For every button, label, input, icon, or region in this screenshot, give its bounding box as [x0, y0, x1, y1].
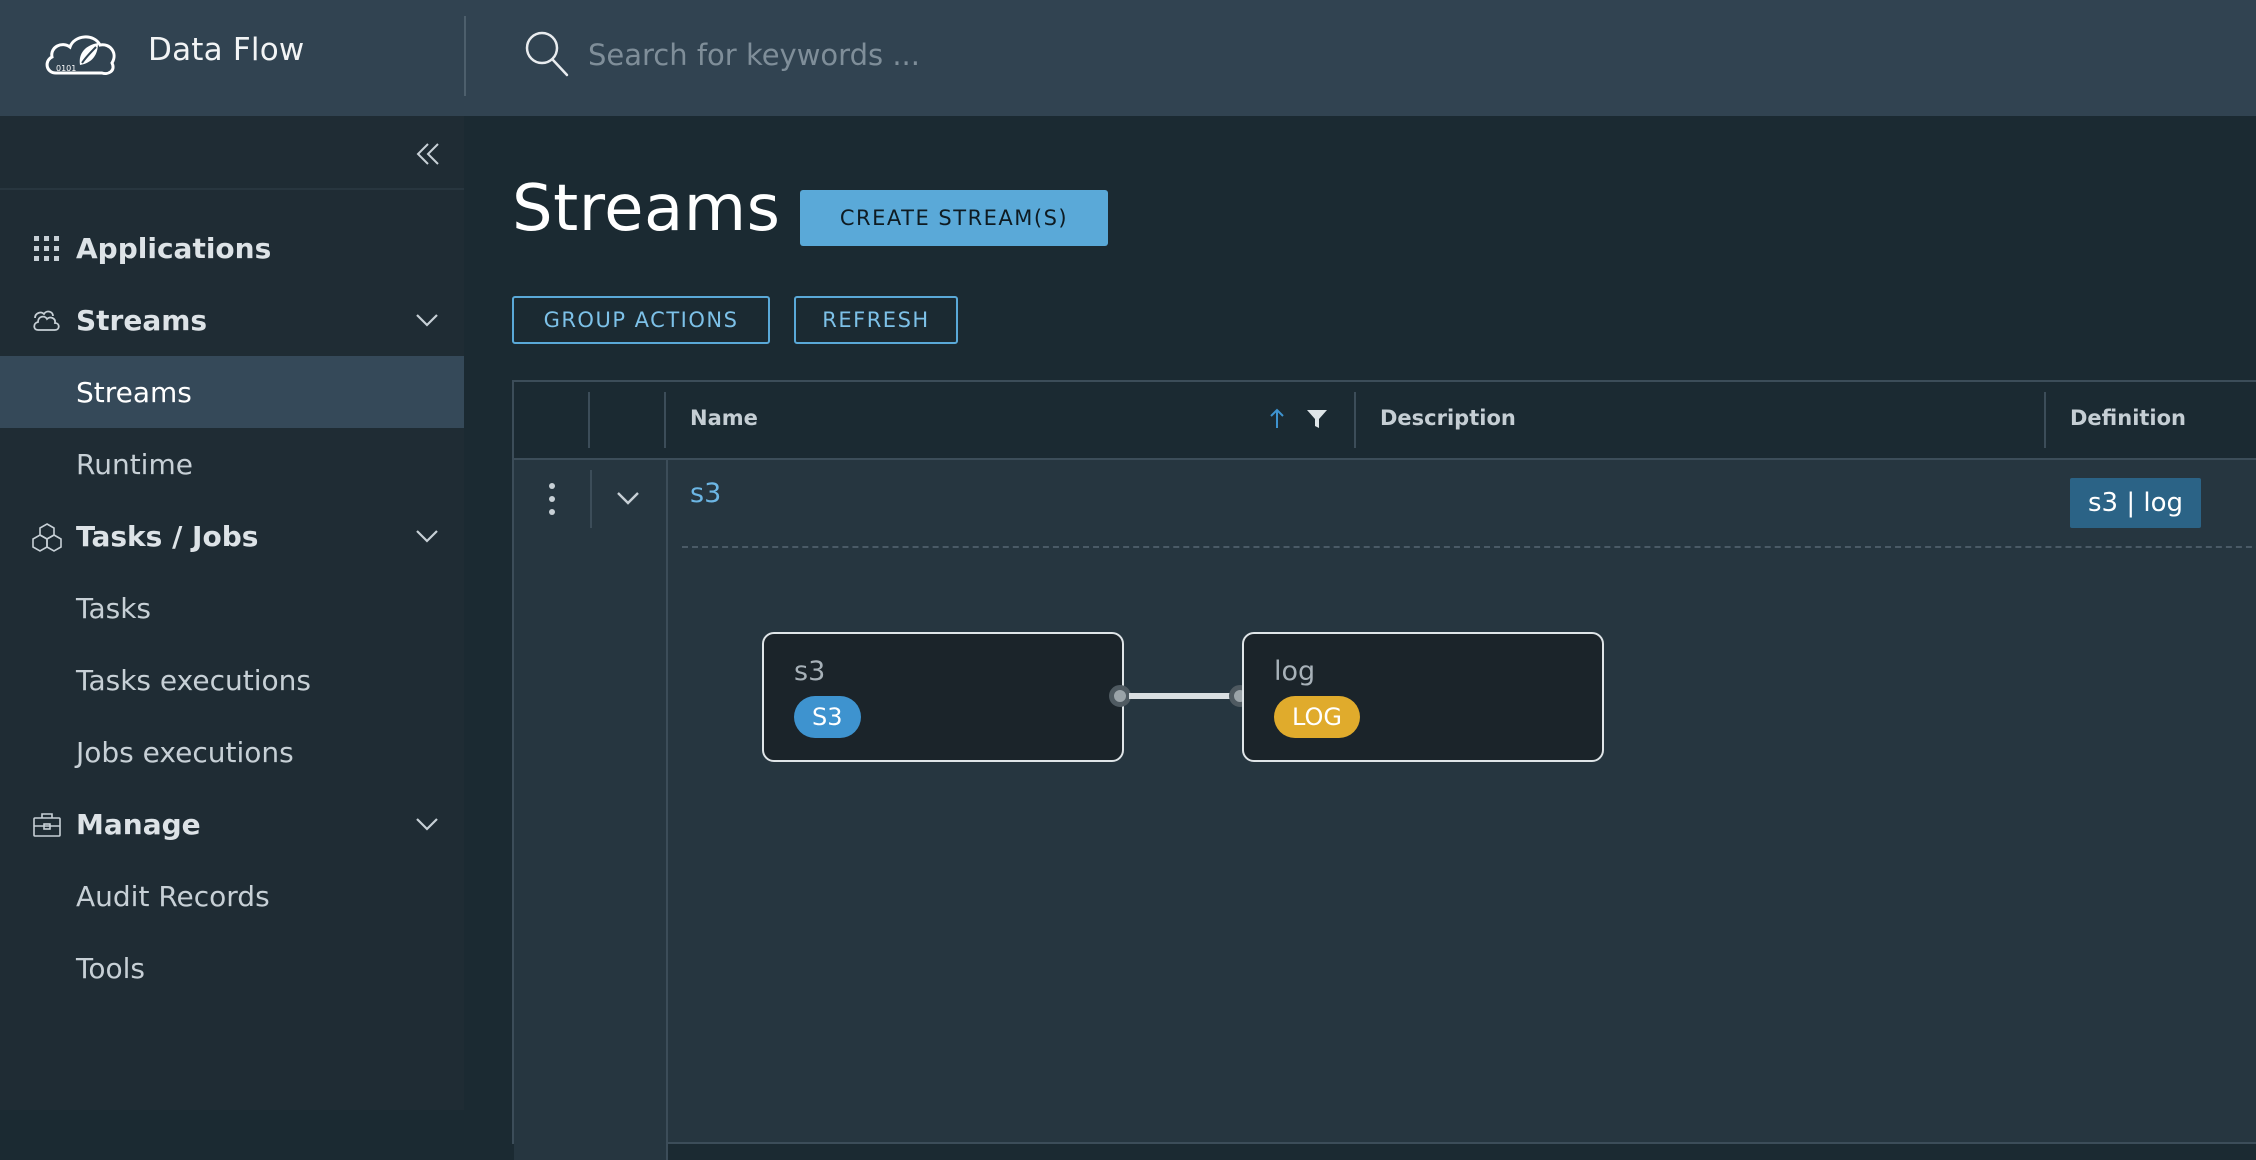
column-header-description[interactable]: Description	[1380, 406, 1516, 430]
clouds-icon	[33, 310, 60, 331]
group-actions-button[interactable]: GROUP ACTIONS	[512, 296, 770, 344]
sidebar-item-label: Streams	[76, 375, 192, 409]
sidebar-item-label: Tasks	[76, 591, 152, 625]
node-title: s3	[794, 656, 826, 687]
row-actions-column	[514, 460, 666, 1160]
sidebar-divider	[0, 188, 464, 190]
row-divider	[682, 546, 2256, 548]
column-header-name[interactable]: Name	[690, 406, 758, 430]
stream-node-s3[interactable]: s3 S3	[762, 632, 1124, 762]
create-stream-button[interactable]: CREATE STREAM(S)	[800, 190, 1108, 246]
sidebar-item-tasks-executions[interactable]: Tasks executions	[0, 644, 464, 716]
sidebar-item-label: Applications	[76, 231, 272, 265]
sidebar: Applications Streams Streams Runtime Tas…	[0, 116, 464, 1110]
sidebar-item-streams[interactable]: Streams	[0, 356, 464, 428]
sidebar-nav: Applications Streams Streams Runtime Tas…	[0, 212, 464, 1004]
column-separator[interactable]	[2044, 392, 2046, 448]
column-separator[interactable]	[1354, 392, 1356, 448]
sidebar-item-label: Runtime	[76, 447, 193, 481]
sidebar-item-runtime[interactable]: Runtime	[0, 428, 464, 500]
sidebar-item-applications[interactable]: Applications	[0, 212, 464, 284]
output-port[interactable]	[1109, 685, 1131, 707]
stream-connection	[1129, 693, 1239, 699]
sidebar-item-label: Tasks / Jobs	[76, 519, 259, 553]
node-type-badge: LOG	[1274, 696, 1361, 738]
refresh-button[interactable]: REFRESH	[794, 296, 958, 344]
column-separator	[590, 470, 592, 528]
column-separator	[666, 460, 668, 1160]
brand[interactable]: 0101 Data Flow	[0, 0, 464, 116]
sidebar-item-label: Jobs executions	[76, 735, 294, 769]
sidebar-group-streams[interactable]: Streams	[0, 284, 464, 356]
column-header-definition[interactable]: Definition	[2070, 406, 2186, 430]
definition-badge: s3 | log	[2070, 478, 2202, 528]
sidebar-item-label: Streams	[76, 303, 208, 337]
sidebar-item-jobs-executions[interactable]: Jobs executions	[0, 716, 464, 788]
stream-name-link[interactable]: s3	[690, 478, 721, 509]
page-title: Streams	[512, 172, 781, 246]
top-header: 0101 Data Flow	[0, 0, 2256, 116]
app-title: Data Flow	[148, 32, 305, 68]
sidebar-item-label: Manage	[76, 807, 201, 841]
sidebar-item-audit-records[interactable]: Audit Records	[0, 860, 464, 932]
chevron-down-icon[interactable]	[412, 308, 442, 332]
chevron-down-icon[interactable]	[614, 486, 642, 510]
cubes-icon	[32, 523, 62, 552]
stream-node-log[interactable]: log LOG	[1242, 632, 1604, 762]
sidebar-group-tasks-jobs[interactable]: Tasks / Jobs	[0, 500, 464, 572]
sidebar-item-label: Audit Records	[76, 879, 270, 913]
header-divider	[464, 16, 466, 96]
filter-icon[interactable]	[1306, 408, 1328, 430]
node-type-badge: S3	[794, 696, 861, 738]
column-separator	[664, 392, 666, 448]
node-title: log	[1274, 656, 1316, 687]
sort-ascending-icon[interactable]	[1266, 406, 1288, 432]
apps-grid-icon	[34, 236, 59, 261]
search-icon[interactable]	[524, 30, 570, 78]
search-input[interactable]	[586, 30, 1590, 80]
sidebar-item-tools[interactable]: Tools	[0, 932, 464, 1004]
streams-datagrid: Name Description Definition s3 s3 | log	[512, 380, 2256, 1160]
sidebar-item-label: Tools	[76, 951, 145, 985]
chevron-down-icon[interactable]	[412, 524, 442, 548]
briefcase-icon	[33, 813, 61, 837]
spring-cloud-logo-icon: 0101	[45, 35, 116, 75]
grid-header: Name Description Definition	[514, 382, 2256, 460]
chevron-down-icon[interactable]	[412, 812, 442, 836]
column-separator	[588, 392, 590, 448]
main-content: Streams CREATE STREAM(S) GROUP ACTIONS R…	[464, 116, 2256, 1160]
sidebar-item-label: Tasks executions	[76, 663, 311, 697]
svg-text:0101: 0101	[56, 64, 76, 73]
sidebar-item-tasks[interactable]: Tasks	[0, 572, 464, 644]
more-vertical-icon[interactable]	[540, 480, 564, 518]
sidebar-group-manage[interactable]: Manage	[0, 788, 464, 860]
collapse-sidebar-icon[interactable]	[412, 138, 444, 170]
